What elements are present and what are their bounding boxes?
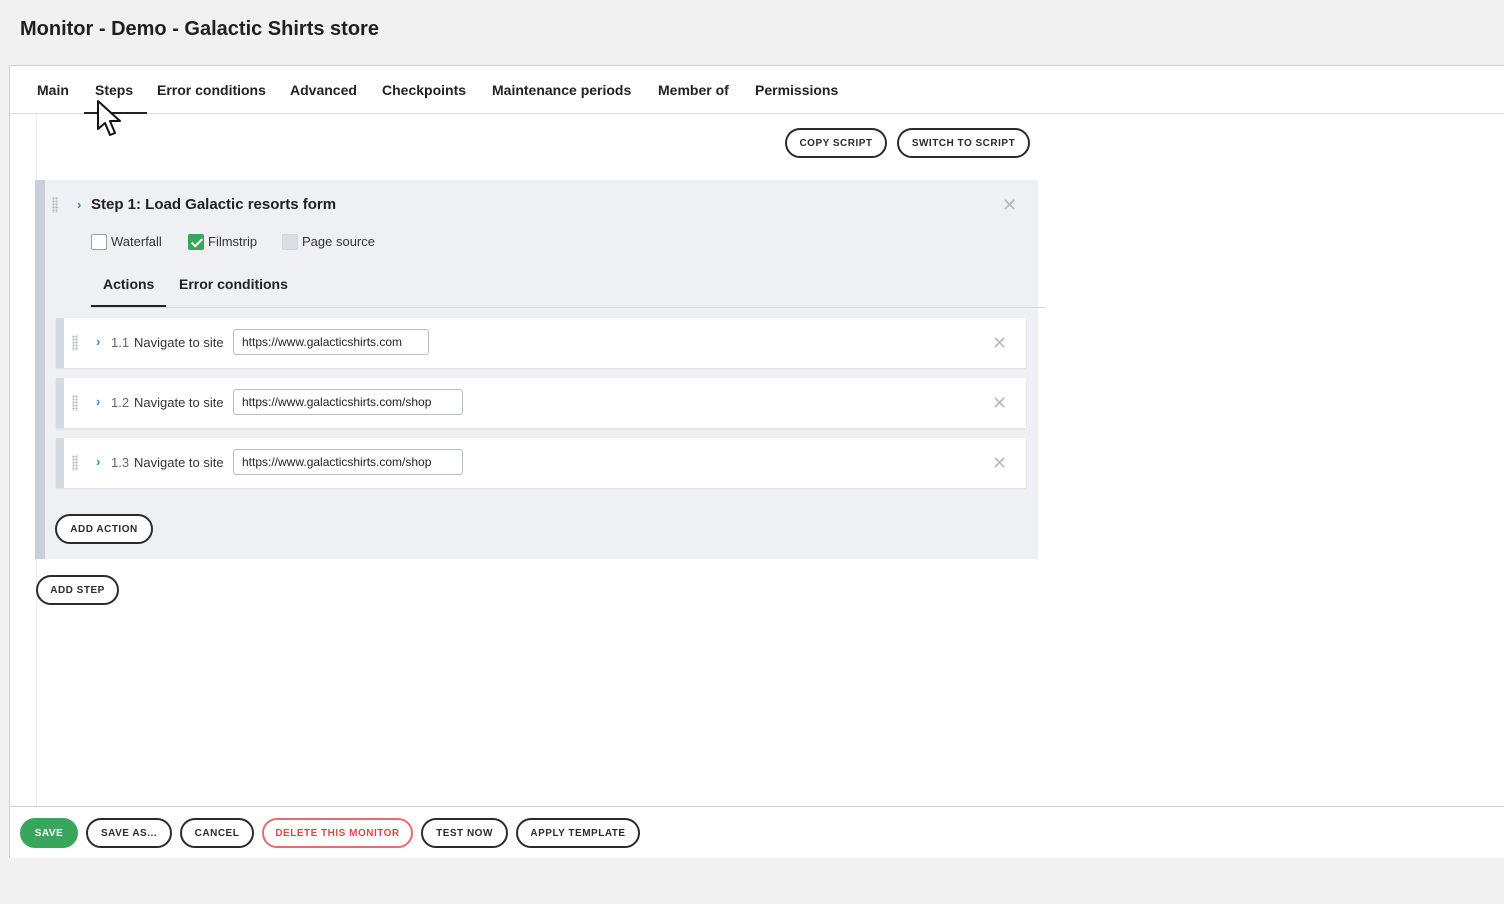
filmstrip-label: Filmstrip [208, 234, 258, 249]
drag-handle-icon[interactable] [72, 455, 78, 471]
drag-handle-icon[interactable] [72, 395, 78, 411]
waterfall-label: Waterfall [111, 234, 162, 249]
tab-member-of[interactable]: Member of [658, 82, 729, 98]
add-step-button[interactable]: ADD STEP [36, 575, 119, 605]
delete-monitor-button[interactable]: DELETE THIS MONITOR [262, 818, 413, 848]
chevron-right-icon[interactable]: › [96, 394, 100, 409]
drag-handle-icon[interactable] [52, 197, 58, 213]
filmstrip-checkbox[interactable] [188, 234, 204, 250]
action-number: 1.1 [111, 335, 130, 350]
page-source-label: Page source [302, 234, 375, 249]
step-title[interactable]: Step 1: Load Galactic resorts form [91, 196, 336, 213]
action-row: › 1.3 Navigate to site ✕ [56, 438, 1026, 488]
close-icon[interactable]: ✕ [992, 454, 1007, 472]
monitor-editor-panel: Main Steps Error conditions Advanced Che… [9, 65, 1504, 858]
main-tab-bar: Main Steps Error conditions Advanced Che… [10, 66, 1504, 114]
close-icon[interactable]: ✕ [1002, 196, 1017, 214]
action-number: 1.3 [111, 455, 130, 470]
step-tab-bar: Actions Error conditions [91, 275, 1046, 308]
add-action-button[interactable]: ADD ACTION [55, 514, 153, 544]
action-number: 1.2 [111, 395, 130, 410]
drag-handle-icon[interactable] [72, 335, 78, 351]
tab-maintenance-periods[interactable]: Maintenance periods [492, 82, 631, 98]
chevron-right-icon[interactable]: › [96, 454, 100, 469]
test-now-button[interactable]: TEST NOW [421, 818, 508, 848]
page-title: Monitor - Demo - Galactic Shirts store [20, 18, 379, 40]
step-card: › Step 1: Load Galactic resorts form ✕ W… [35, 180, 1046, 559]
tab-checkpoints[interactable]: Checkpoints [382, 82, 466, 98]
url-input[interactable] [233, 389, 463, 415]
action-label: Navigate to site [134, 395, 224, 410]
url-input[interactable] [233, 449, 463, 475]
close-icon[interactable]: ✕ [992, 394, 1007, 412]
chevron-right-icon[interactable]: › [77, 197, 81, 212]
tab-error-conditions[interactable]: Error conditions [157, 82, 266, 98]
tab-actions[interactable]: Actions [103, 276, 154, 292]
cancel-button[interactable]: CANCEL [180, 818, 254, 848]
waterfall-checkbox[interactable] [91, 234, 107, 250]
action-label: Navigate to site [134, 455, 224, 470]
chevron-right-icon[interactable]: › [96, 334, 100, 349]
page-source-checkbox [282, 234, 298, 250]
copy-script-button[interactable]: COPY SCRIPT [785, 128, 887, 158]
apply-template-button[interactable]: APPLY TEMPLATE [516, 818, 640, 848]
url-input[interactable] [233, 329, 429, 355]
close-icon[interactable]: ✕ [992, 334, 1007, 352]
action-label: Navigate to site [134, 335, 224, 350]
save-button[interactable]: SAVE [20, 818, 78, 848]
tab-main[interactable]: Main [37, 82, 69, 98]
save-as-button[interactable]: SAVE AS... [86, 818, 172, 848]
action-row: › 1.1 Navigate to site ✕ [56, 318, 1026, 368]
footer-action-bar: SAVE SAVE AS... CANCEL DELETE THIS MONIT… [10, 806, 1504, 858]
switch-to-script-button[interactable]: SWITCH TO SCRIPT [897, 128, 1030, 158]
action-row: › 1.2 Navigate to site ✕ [56, 378, 1026, 428]
tab-permissions[interactable]: Permissions [755, 82, 838, 98]
tab-step-error-conditions[interactable]: Error conditions [179, 276, 288, 292]
active-step-tab-indicator [91, 305, 166, 307]
mouse-cursor-icon [97, 100, 121, 136]
tab-steps[interactable]: Steps [95, 82, 133, 98]
tab-advanced[interactable]: Advanced [290, 82, 357, 98]
